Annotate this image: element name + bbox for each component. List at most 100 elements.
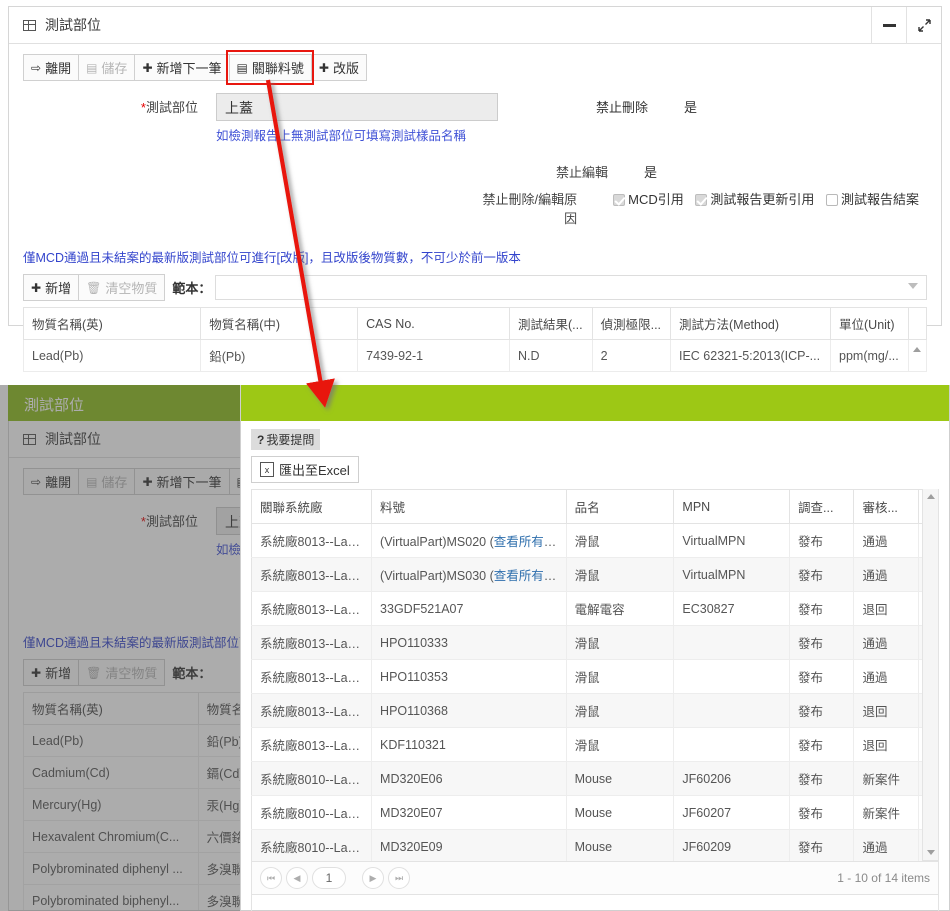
view-all-parts-link[interactable]: 查看所有料...: [494, 535, 566, 549]
bg-save-button[interactable]: ▤儲存: [78, 468, 135, 495]
reason-option-mcd[interactable]: MCD引用: [613, 192, 684, 207]
prev-page-button[interactable]: ◀: [286, 867, 308, 889]
table-row[interactable]: 系統廠8010--Lab區 MD320E09 Mouse JF60209 發布 …: [252, 830, 939, 864]
bg-exit-button[interactable]: ⇨離開: [23, 468, 79, 495]
checkbox-icon[interactable]: [695, 194, 707, 206]
exit-button-label: 離開: [45, 58, 71, 77]
scroll-up-icon[interactable]: [927, 494, 935, 499]
forbid-delete-label: 禁止刪除: [574, 97, 648, 116]
table-row[interactable]: 系統廠8010--Lab區 MD320E06 Mouse JF60206 發布 …: [252, 762, 939, 796]
grid-scrollbar[interactable]: [908, 340, 926, 372]
bg-add-next-button[interactable]: ✚新增下一筆: [134, 468, 229, 495]
test-part-label: *測試部位: [23, 93, 198, 144]
reason-option-report-update[interactable]: 測試報告更新引用: [695, 192, 814, 207]
add-substance-button[interactable]: ✚ 新增: [23, 274, 79, 301]
cell-plant: 系統廠8013--Lab區: [252, 592, 372, 626]
document-icon: ▤: [237, 62, 248, 74]
col-test-result[interactable]: 測試結果(...: [510, 308, 593, 340]
minimize-button[interactable]: [871, 7, 906, 44]
cell-product-name: Mouse: [566, 830, 674, 864]
table-row[interactable]: 系統廠8013--Lab區 (VirtualPart)MS020 (查看所有料.…: [252, 524, 939, 558]
first-page-button[interactable]: ⏮: [260, 867, 282, 889]
cell-mpn: JF60206: [674, 762, 790, 796]
ask-question-button[interactable]: ? 我要提問: [251, 429, 320, 450]
cell-survey-status: 發布: [790, 626, 854, 660]
col-product-name[interactable]: 品名: [566, 490, 674, 524]
table-row[interactable]: 系統廠8013--Lab區 HPO110333 滑鼠 發布 通過: [252, 626, 939, 660]
cell-unit: ppm(mg/...: [831, 340, 909, 372]
page-number-1[interactable]: 1: [312, 867, 346, 889]
save-button[interactable]: ▤ 儲存: [78, 54, 135, 81]
cell-name-zh: 鉛(Pb): [201, 340, 358, 372]
scroll-up-icon[interactable]: [913, 347, 921, 352]
bg-add-substance-button[interactable]: ✚新增: [23, 659, 79, 686]
col-method[interactable]: 測試方法(Method): [671, 308, 831, 340]
cell-detection-limit: 2: [592, 340, 670, 372]
col-cas-no[interactable]: CAS No.: [358, 308, 510, 340]
table-row[interactable]: 系統廠8013--Lab區 HPO110353 滑鼠 發布 通過: [252, 660, 939, 694]
related-part-button[interactable]: ▤ 關聯料號: [229, 54, 312, 81]
col-survey-status[interactable]: 調查...: [790, 490, 854, 524]
modal-grid-scrollbar[interactable]: [922, 489, 939, 861]
cell-mpn: JF60209: [674, 830, 790, 864]
col-part-no[interactable]: 料號: [372, 490, 567, 524]
revise-button[interactable]: ✚ 改版: [311, 54, 367, 81]
col-mpn[interactable]: MPN: [674, 490, 790, 524]
bg-add-next-label: 新增下一筆: [157, 472, 222, 491]
col-name-en[interactable]: 物質名稱(英): [24, 308, 201, 340]
pagination-controls: ⏮ ◀ 1 ▶ ⏭: [260, 867, 410, 889]
table-row[interactable]: 系統廠8013--Lab區 HPO110368 滑鼠 發布 退回: [252, 694, 939, 728]
window-controls: [871, 7, 941, 44]
table-row[interactable]: 系統廠8013--Lab區 KDF110321 滑鼠 發布 退回: [252, 728, 939, 762]
chevron-down-icon: [908, 283, 918, 289]
last-page-button[interactable]: ⏭: [388, 867, 410, 889]
view-all-parts-link[interactable]: 查看所有料...: [494, 569, 566, 583]
cell-product-name: 滑鼠: [566, 524, 674, 558]
checkbox-icon[interactable]: [613, 194, 625, 206]
export-excel-button[interactable]: x 匯出至Excel: [251, 456, 359, 483]
substance-toolbar: ✚ 新增 🗑 清空物質 範本：: [23, 274, 927, 301]
table-row[interactable]: Lead(Pb) 鉛(Pb) 7439-92-1 N.D 2 IEC 62321…: [24, 340, 927, 372]
col-plant[interactable]: 關聯系統廠: [252, 490, 372, 524]
exit-button[interactable]: ⇨ 離開: [23, 54, 79, 81]
cell-part-no-text: (VirtualPart)MS030 (: [380, 569, 494, 583]
test-part-window: 測試部位 ⇨ 離開 ▤ 儲存 ✚: [8, 6, 942, 326]
cell-name-en: Lead(Pb): [24, 725, 199, 757]
reason-option-report-closed[interactable]: 測試報告結案: [826, 192, 919, 207]
table-row[interactable]: 系統廠8010--Lab區 MD320E07 Mouse JF60207 發布 …: [252, 796, 939, 830]
maximize-button[interactable]: [906, 7, 941, 44]
col-unit[interactable]: 單位(Unit): [831, 308, 909, 340]
checkbox-icon[interactable]: [826, 194, 838, 206]
plus-icon: ✚: [31, 667, 41, 679]
bg-clear-substance-button[interactable]: 🗑清空物質: [78, 659, 165, 686]
col-detection-limit[interactable]: 偵測極限...: [592, 308, 670, 340]
clear-substance-button[interactable]: 🗑 清空物質: [78, 274, 165, 301]
cell-survey-status: 發布: [790, 524, 854, 558]
grid-icon: [23, 20, 36, 31]
cell-review-status: 新案件: [854, 762, 918, 796]
expand-icon: [917, 18, 932, 33]
cell-name-en: Polybrominated biphenyl...: [24, 885, 199, 911]
bg-col-name-en[interactable]: 物質名稱(英): [24, 693, 199, 725]
template-select[interactable]: [215, 275, 927, 300]
cell-plant: 系統廠8013--Lab區: [252, 524, 372, 558]
table-row[interactable]: 系統廠8013--Lab區 (VirtualPart)MS030 (查看所有料.…: [252, 558, 939, 592]
col-review-status[interactable]: 審核...: [854, 490, 918, 524]
col-name-zh[interactable]: 物質名稱(中): [201, 308, 358, 340]
minimize-icon: [883, 24, 896, 27]
reason-option-mcd-label: MCD引用: [628, 192, 684, 207]
cell-product-name: 滑鼠: [566, 694, 674, 728]
save-button-label: 儲存: [101, 58, 127, 77]
cell-survey-status: 發布: [790, 558, 854, 592]
add-next-button[interactable]: ✚ 新增下一筆: [134, 54, 229, 81]
next-page-button[interactable]: ▶: [362, 867, 384, 889]
table-row[interactable]: 系統廠8013--Lab區 33GDF521A07 電解電容 EC30827 發…: [252, 592, 939, 626]
form-row-1: *測試部位 上蓋 如檢測報告上無測試部位可填寫測試樣品名稱 禁止刪除 是: [23, 93, 927, 144]
bg-window-title: 測試部位: [45, 429, 101, 449]
cell-review-status: 通過: [854, 626, 918, 660]
cell-plant: 系統廠8013--Lab區: [252, 558, 372, 592]
related-part-button-wrap: ▤ 關聯料號: [229, 54, 311, 81]
scroll-down-icon[interactable]: [927, 850, 935, 855]
test-part-input[interactable]: 上蓋: [216, 93, 498, 121]
cell-survey-status: 發布: [790, 728, 854, 762]
